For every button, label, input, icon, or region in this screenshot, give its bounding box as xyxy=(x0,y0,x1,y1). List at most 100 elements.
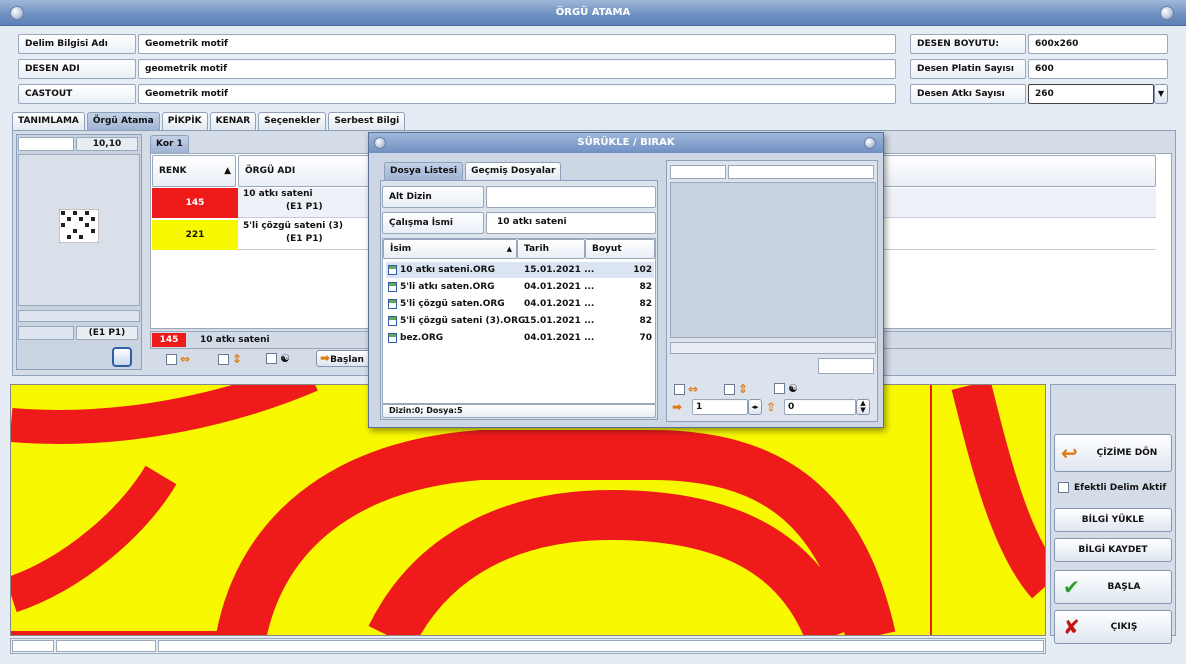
file-date: 15.01.2021 ... xyxy=(524,265,595,275)
file-row[interactable]: 5'li atkı saten.ORG 04.01.2021 ... 82 xyxy=(386,279,654,295)
color-swatch-221[interactable]: 221 xyxy=(152,220,238,250)
dialog-preview-cell-1 xyxy=(670,165,726,179)
dlg-option-invert[interactable]: ☯ xyxy=(774,382,798,395)
tab-gecmis-dosyalar[interactable]: Geçmiş Dosyalar xyxy=(465,162,562,180)
stepper-2-arrows-icon[interactable]: ▲ ▼ xyxy=(856,399,870,415)
file-icon xyxy=(388,265,397,275)
window-titlebar: ÖRGÜ ATAMA xyxy=(0,0,1186,26)
pattern-arc-5 xyxy=(11,465,177,613)
file-size: 102 xyxy=(633,265,652,275)
file-row[interactable]: bez.ORG 04.01.2021 ... 70 xyxy=(386,330,654,346)
start-button[interactable]: ➡Başlan xyxy=(316,350,376,367)
row-pos: (E1 P1) xyxy=(286,202,323,212)
file-name: 10 atkı sateni.ORG xyxy=(400,265,495,275)
tab-pikpik[interactable]: PİKPİK xyxy=(161,112,208,130)
tab-secenekler[interactable]: Seçenekler xyxy=(258,112,327,130)
tab-kor-1[interactable]: Kor 1 xyxy=(150,135,189,153)
basla-button[interactable]: ✔ BAŞLA xyxy=(1054,570,1172,604)
checkbox[interactable] xyxy=(218,353,229,365)
swap-vertical-icon: ⇕ xyxy=(738,382,749,396)
file-date: 04.01.2021 ... xyxy=(524,333,595,343)
main-tabs: TANIMLAMA Örgü Atama PİKPİK KENAR Seçene… xyxy=(12,112,406,130)
atki-dropdown-icon[interactable]: ▼ xyxy=(1154,84,1168,104)
sort-asc-icon: ▲ xyxy=(506,245,512,253)
stepper-1-arrows-icon[interactable]: ◂▸ xyxy=(748,399,762,415)
efektli-toggle[interactable]: Efektli Delim Aktif xyxy=(1058,482,1166,493)
col-renk-label: RENK xyxy=(159,166,187,176)
dlg-option-swap-v[interactable]: ⇕ xyxy=(724,382,748,396)
checkbox[interactable] xyxy=(166,353,177,365)
alt-dizin-field[interactable] xyxy=(486,186,656,208)
col-isim-label: İsim xyxy=(390,244,412,254)
selected-swatch: 145 xyxy=(152,333,186,347)
efektli-label: Efektli Delim Aktif xyxy=(1074,482,1167,493)
file-icon xyxy=(388,333,397,343)
info-value-delim[interactable]: Geometrik motif xyxy=(138,34,896,54)
arrow-right-icon: ➡ xyxy=(672,400,683,414)
check-icon: ✔ xyxy=(1063,575,1080,599)
window-close-button[interactable] xyxy=(1160,6,1174,20)
option-swap-h[interactable]: ⇔ xyxy=(166,352,190,366)
info-label-atki: Desen Atkı Sayısı xyxy=(910,84,1026,104)
tab-serbest-bilgi[interactable]: Serbest Bilgi xyxy=(328,112,406,130)
dialog-preview-cell-2 xyxy=(728,165,874,179)
checkbox[interactable] xyxy=(1058,482,1069,493)
bilgi-kaydet-button[interactable]: BİLGİ KAYDET xyxy=(1054,538,1172,562)
dialog-status: Dizin:0; Dosya:5 xyxy=(382,404,656,418)
dialog-title: SÜRÜKLE / BIRAK xyxy=(577,137,675,148)
dialog-close-button[interactable] xyxy=(864,137,876,149)
start-label: Başlan xyxy=(330,355,364,365)
yin-yang-icon: ☯ xyxy=(788,382,798,395)
cizime-don-button[interactable]: ↩ ÇİZİME DÖN xyxy=(1054,434,1172,472)
return-icon: ↩ xyxy=(1061,441,1078,465)
checkbox[interactable] xyxy=(774,383,785,394)
checkbox[interactable] xyxy=(266,353,277,364)
preview-scrollbar[interactable] xyxy=(18,310,140,322)
stepper-1-input[interactable]: 1 xyxy=(692,399,748,415)
arrow-right-icon: ➡ xyxy=(320,351,331,365)
dialog-preview-scrollbar[interactable] xyxy=(670,342,876,354)
swap-horizontal-icon: ⇔ xyxy=(688,382,699,396)
col-renk-header[interactable]: RENK ▲ xyxy=(152,155,236,187)
file-date: 04.01.2021 ... xyxy=(524,282,595,292)
option-invert[interactable]: ☯ xyxy=(266,352,290,365)
checkbox[interactable] xyxy=(724,383,735,395)
file-name: 5'li çözgü sateni (3).ORG xyxy=(400,316,526,326)
dlg-option-swap-h[interactable]: ⇔ xyxy=(674,382,698,396)
tab-dosya-listesi[interactable]: Dosya Listesi xyxy=(384,162,464,180)
status-cell-2 xyxy=(56,640,156,652)
basla-label: BAŞLA xyxy=(1107,582,1141,592)
color-swatch-145[interactable]: 145 xyxy=(152,188,238,218)
checkbox[interactable] xyxy=(674,383,685,395)
atki-select[interactable]: 260 xyxy=(1028,84,1154,104)
file-row[interactable]: 5'li çözgü saten.ORG 04.01.2021 ... 82 xyxy=(386,296,654,312)
alt-dizin-label: Alt Dizin xyxy=(382,186,484,208)
tab-orgu-atama[interactable]: Örgü Atama xyxy=(86,112,160,130)
file-date: 15.01.2021 ... xyxy=(524,316,595,326)
file-row[interactable]: 10 atkı sateni.ORG 15.01.2021 ... 102 xyxy=(386,262,654,278)
dialog-menu-button[interactable] xyxy=(374,137,386,149)
stepper-2-input[interactable]: 0 xyxy=(784,399,856,415)
info-value-desen-adi[interactable]: geometrik motif xyxy=(138,59,896,79)
tab-kenar[interactable]: KENAR xyxy=(209,112,257,130)
option-swap-v[interactable]: ⇕ xyxy=(218,352,242,366)
copy-icon[interactable] xyxy=(112,347,132,367)
info-value-castout[interactable]: Geometrik motif xyxy=(138,84,896,104)
file-row[interactable]: 5'li çözgü sateni (3).ORG 15.01.2021 ... 8… xyxy=(386,313,654,329)
pattern-arc-4 xyxy=(951,385,1045,599)
col-boyut-header[interactable]: Boyut xyxy=(585,239,655,259)
preview-blank xyxy=(18,137,74,151)
col-tarih-header[interactable]: Tarih xyxy=(517,239,585,259)
calisma-field[interactable]: 10 atkı sateni xyxy=(486,212,656,234)
window-menu-button[interactable] xyxy=(10,6,24,20)
pattern-arc-3 xyxy=(368,489,855,635)
file-name: bez.ORG xyxy=(400,333,444,343)
cizime-don-label: ÇİZİME DÖN xyxy=(1096,448,1158,458)
cikis-button[interactable]: ✘ ÇIKIŞ xyxy=(1054,610,1172,644)
dialog-preview-cell-3 xyxy=(818,358,874,374)
bilgi-yukle-button[interactable]: BİLGİ YÜKLE xyxy=(1054,508,1172,532)
col-isim-header[interactable]: İsim ▲ xyxy=(383,239,517,259)
tab-tanimlama[interactable]: TANIMLAMA xyxy=(12,112,85,130)
calisma-label: Çalışma İsmi xyxy=(382,212,484,234)
preview-blank-2 xyxy=(18,326,74,340)
